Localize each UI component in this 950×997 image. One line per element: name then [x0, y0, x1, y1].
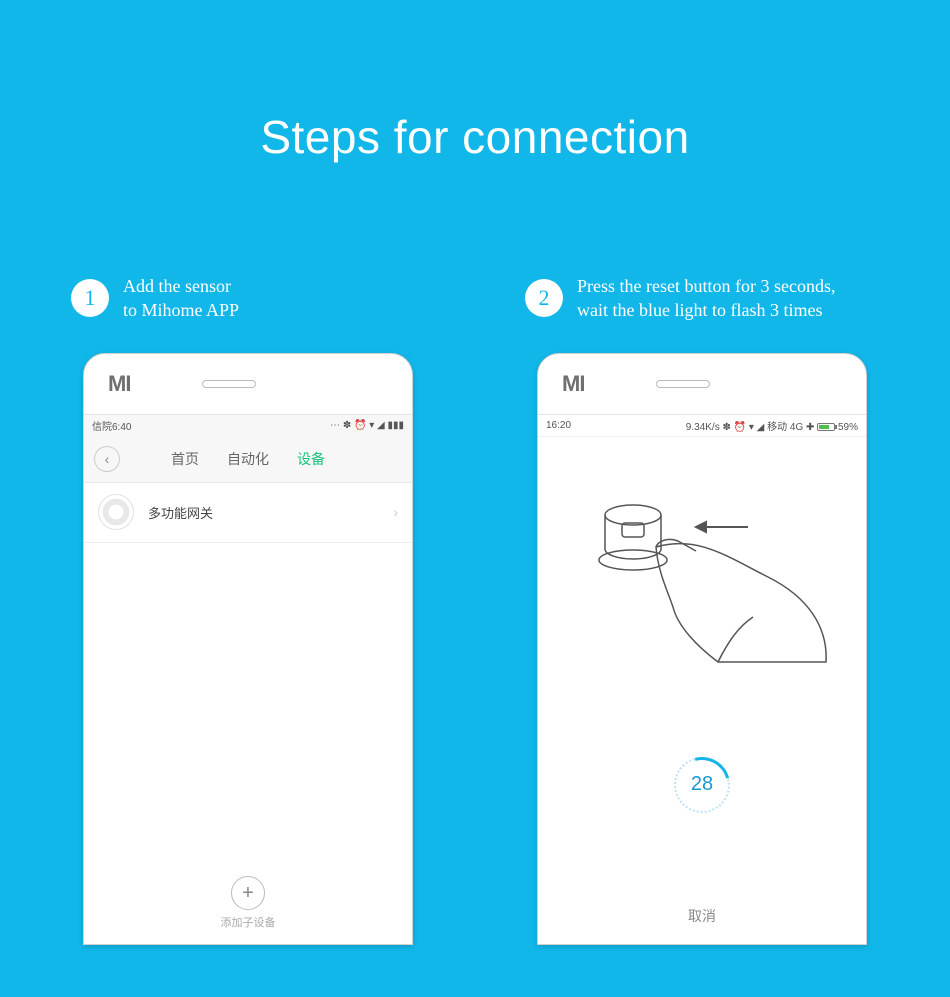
- nav-bar: ‹ 首页 自动化 设备: [84, 437, 412, 483]
- battery-icon: [817, 423, 835, 431]
- gateway-icon: [98, 494, 134, 530]
- page-title: Steps for connection: [0, 110, 950, 164]
- phone-screen-2: 16:20 9.34K/s ✽ ⏰ ▾ ◢ 移动 4G ✚ 59%: [538, 414, 866, 944]
- hand-press-icon: [578, 477, 838, 677]
- status-bar: 信院6:40 ⋯ ✽ ⏰ ▾ ◢ ▮▮▮: [84, 415, 412, 437]
- status-bar: 16:20 9.34K/s ✽ ⏰ ▾ ◢ 移动 4G ✚ 59%: [538, 415, 866, 437]
- tab-devices[interactable]: 设备: [297, 449, 325, 469]
- status-icons-right: 9.34K/s ✽ ⏰ ▾ ◢ 移动 4G ✚ 59%: [686, 418, 858, 433]
- battery-percent: 59%: [838, 422, 858, 433]
- countdown-timer: 28: [674, 757, 730, 813]
- step-number-badge: 1: [71, 279, 109, 317]
- mi-logo: MI: [108, 371, 130, 397]
- status-network: 9.34K/s ✽ ⏰ ▾ ◢ 移动 4G ✚: [686, 422, 815, 433]
- step-1: 1 Add the sensor to Mihome APP MI 信院6:40…: [63, 274, 433, 945]
- device-name: 多功能网关: [148, 503, 379, 522]
- status-time: 16:20: [546, 420, 571, 431]
- pairing-illustration: [538, 477, 866, 697]
- phone-bezel-top: MI: [84, 354, 412, 414]
- step-text: Press the reset button for 3 seconds, wa…: [577, 274, 835, 323]
- add-device-area: + 添加子设备: [84, 876, 412, 930]
- chevron-right-icon: ›: [393, 504, 398, 520]
- step-head: 2 Press the reset button for 3 seconds, …: [517, 274, 887, 323]
- plus-icon: +: [242, 883, 254, 903]
- steps-row: 1 Add the sensor to Mihome APP MI 信院6:40…: [0, 274, 950, 945]
- phone-mockup-2: MI 16:20 9.34K/s ✽ ⏰ ▾ ◢ 移动 4G ✚ 59%: [537, 353, 867, 945]
- mi-logo: MI: [562, 371, 584, 397]
- add-device-label: 添加子设备: [84, 914, 412, 930]
- phone-bezel-top: MI: [538, 354, 866, 414]
- phone-speaker: [656, 380, 710, 388]
- tab-home[interactable]: 首页: [171, 449, 199, 469]
- phone-speaker: [202, 380, 256, 388]
- countdown-value: 28: [691, 773, 713, 796]
- add-device-button[interactable]: +: [231, 876, 265, 910]
- tab-automation[interactable]: 自动化: [227, 449, 269, 469]
- poster: Steps for connection 1 Add the sensor to…: [0, 0, 950, 997]
- step-2: 2 Press the reset button for 3 seconds, …: [517, 274, 887, 945]
- status-time: 信院6:40: [92, 418, 131, 433]
- step-text: Add the sensor to Mihome APP: [123, 274, 239, 323]
- phone-mockup-1: MI 信院6:40 ⋯ ✽ ⏰ ▾ ◢ ▮▮▮ ‹ 首页: [83, 353, 413, 945]
- step-number-badge: 2: [525, 279, 563, 317]
- phone-screen-1: 信院6:40 ⋯ ✽ ⏰ ▾ ◢ ▮▮▮ ‹ 首页 自动化 设备: [84, 414, 412, 944]
- status-icons: ⋯ ✽ ⏰ ▾ ◢ ▮▮▮: [330, 420, 404, 431]
- cancel-button[interactable]: 取消: [538, 906, 866, 926]
- tabs: 首页 自动化 设备: [84, 449, 412, 469]
- step-head: 1 Add the sensor to Mihome APP: [63, 274, 433, 323]
- device-row[interactable]: 多功能网关 ›: [84, 483, 412, 543]
- countdown-wrap: 28: [538, 757, 866, 813]
